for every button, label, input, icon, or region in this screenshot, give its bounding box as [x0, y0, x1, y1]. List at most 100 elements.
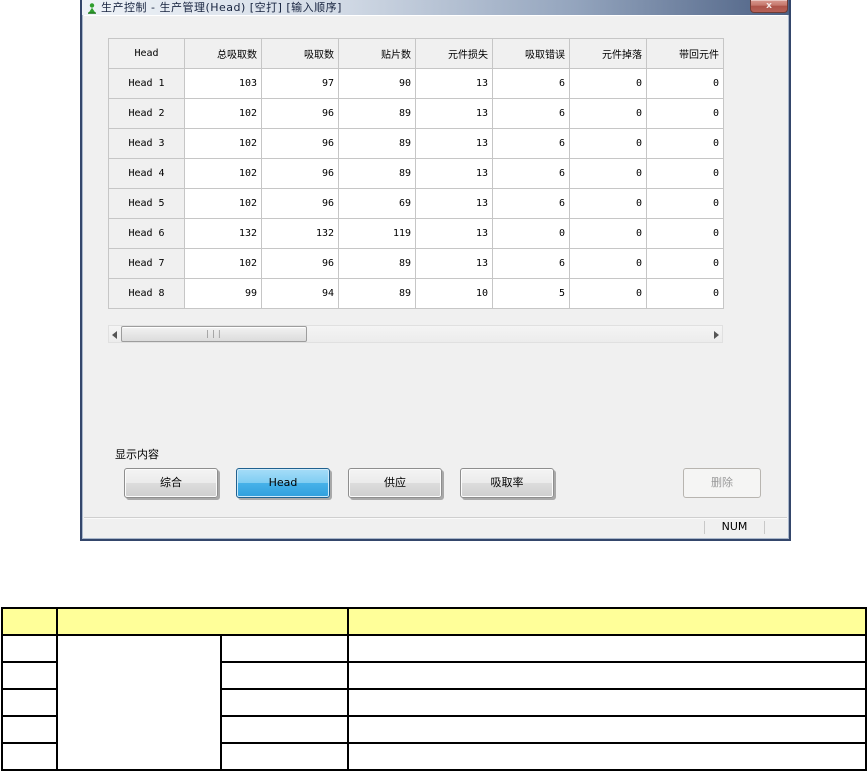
- doc-cell: [1, 715, 58, 744]
- grid-column-header[interactable]: 总吸取数: [184, 38, 262, 69]
- grid-cell[interactable]: 96: [261, 98, 339, 129]
- grid-column-header[interactable]: 吸取错误: [492, 38, 570, 69]
- grid-cell[interactable]: 89: [338, 158, 416, 189]
- grid-row-header[interactable]: Head 8: [108, 278, 185, 309]
- grid-cell[interactable]: 6: [492, 188, 570, 219]
- grid-row-header[interactable]: Head 4: [108, 158, 185, 189]
- grid-column-header[interactable]: 贴片数: [338, 38, 416, 69]
- grid-column-header[interactable]: Head: [108, 38, 185, 69]
- doc-cell: [219, 742, 349, 771]
- grid-cell[interactable]: 13: [415, 68, 493, 99]
- grid-cell[interactable]: 69: [338, 188, 416, 219]
- grid-cell[interactable]: 6: [492, 98, 570, 129]
- grid-column-header[interactable]: 元件损失: [415, 38, 493, 69]
- grid-cell[interactable]: 103: [184, 68, 262, 99]
- grid-row-header[interactable]: Head 1: [108, 68, 185, 99]
- head-button[interactable]: Head: [236, 468, 330, 498]
- grid-cell[interactable]: 0: [569, 158, 647, 189]
- composite-button[interactable]: 综合: [124, 468, 218, 498]
- grid-row-header[interactable]: Head 6: [108, 218, 185, 249]
- grid-cell[interactable]: 102: [184, 188, 262, 219]
- grid-cell[interactable]: 6: [492, 158, 570, 189]
- grid-cell[interactable]: 89: [338, 128, 416, 159]
- doc-cell: [219, 661, 349, 690]
- grid-row: Head 1 103 97 90 13 6 0 0: [108, 68, 724, 99]
- grid-cell[interactable]: 10: [415, 278, 493, 309]
- grid-cell[interactable]: 132: [184, 218, 262, 249]
- grid-cell[interactable]: 89: [338, 248, 416, 279]
- grid-row: Head 8 99 94 89 10 5 0 0: [108, 278, 724, 309]
- grid-cell[interactable]: 6: [492, 248, 570, 279]
- grid-cell[interactable]: 94: [261, 278, 339, 309]
- grid-cell[interactable]: 6: [492, 68, 570, 99]
- close-button[interactable]: x: [750, 0, 788, 13]
- scroll-left-arrow-icon[interactable]: [109, 326, 121, 342]
- grid-cell[interactable]: 0: [646, 68, 724, 99]
- grid-row-header[interactable]: Head 7: [108, 248, 185, 279]
- grid-cell[interactable]: 13: [415, 218, 493, 249]
- scroll-right-arrow-icon[interactable]: [710, 326, 722, 342]
- grid-cell[interactable]: 102: [184, 158, 262, 189]
- doc-cell: [1, 661, 58, 690]
- doc-cell: [346, 715, 867, 744]
- grid-cell[interactable]: 102: [184, 248, 262, 279]
- doc-header-cell: [55, 607, 349, 636]
- delete-button[interactable]: 删除: [683, 468, 761, 498]
- grid-cell[interactable]: 13: [415, 158, 493, 189]
- pickup-rate-button[interactable]: 吸取率: [460, 468, 554, 498]
- grid-row-header[interactable]: Head 2: [108, 98, 185, 129]
- horizontal-scrollbar[interactable]: |||: [108, 325, 723, 343]
- grid-cell[interactable]: 0: [569, 188, 647, 219]
- grid-cell[interactable]: 102: [184, 128, 262, 159]
- grid-cell[interactable]: 0: [569, 218, 647, 249]
- grid-cell[interactable]: 0: [646, 188, 724, 219]
- num-lock-indicator: NUM: [721, 520, 748, 533]
- grid-cell[interactable]: 96: [261, 128, 339, 159]
- grid-cell[interactable]: 13: [415, 98, 493, 129]
- grid-cell[interactable]: 5: [492, 278, 570, 309]
- doc-cell: [346, 634, 867, 663]
- grid-cell[interactable]: 13: [415, 248, 493, 279]
- grid-cell[interactable]: 99: [184, 278, 262, 309]
- grid-cell[interactable]: 0: [646, 158, 724, 189]
- doc-header-cell: [1, 607, 58, 636]
- grid-cell[interactable]: 89: [338, 98, 416, 129]
- grid-cell[interactable]: 96: [261, 248, 339, 279]
- grid-cell[interactable]: 96: [261, 158, 339, 189]
- grid-cell[interactable]: 0: [646, 128, 724, 159]
- grid-cell[interactable]: 119: [338, 218, 416, 249]
- doc-cell: [346, 688, 867, 717]
- display-content-label: 显示内容: [115, 448, 159, 461]
- supply-button[interactable]: 供应: [348, 468, 442, 498]
- grid-cell[interactable]: 6: [492, 128, 570, 159]
- grid-cell[interactable]: 132: [261, 218, 339, 249]
- grid-cell[interactable]: 90: [338, 68, 416, 99]
- grid-cell[interactable]: 0: [569, 128, 647, 159]
- grid-cell[interactable]: 0: [646, 248, 724, 279]
- scrollbar-thumb[interactable]: |||: [121, 326, 307, 342]
- grid-column-header[interactable]: 带回元件: [646, 38, 724, 69]
- grid-cell[interactable]: 0: [492, 218, 570, 249]
- grid-cell[interactable]: 0: [646, 98, 724, 129]
- grid-cell[interactable]: 0: [569, 68, 647, 99]
- production-control-window: 生产控制 - 生产管理(Head) [空打] [输入顺序] x Head 总吸取数…: [80, 0, 791, 541]
- grid-row-header[interactable]: Head 5: [108, 188, 185, 219]
- titlebar[interactable]: 生产控制 - 生产管理(Head) [空打] [输入顺序] x: [82, 0, 789, 15]
- grid-column-header[interactable]: 元件掉落: [569, 38, 647, 69]
- doc-cell: [219, 688, 349, 717]
- grid-cell[interactable]: 0: [646, 278, 724, 309]
- grid-cell[interactable]: 0: [569, 248, 647, 279]
- grid-row-header[interactable]: Head 3: [108, 128, 185, 159]
- grid-cell[interactable]: 97: [261, 68, 339, 99]
- grid-cell[interactable]: 89: [338, 278, 416, 309]
- doc-cell: [219, 634, 349, 663]
- grid-cell[interactable]: 0: [569, 98, 647, 129]
- grid-column-header[interactable]: 吸取数: [261, 38, 339, 69]
- grid-cell[interactable]: 96: [261, 188, 339, 219]
- grid-header-row: Head 总吸取数 吸取数 贴片数 元件损失 吸取错误 元件掉落 带回元件: [108, 38, 724, 69]
- grid-cell[interactable]: 13: [415, 188, 493, 219]
- grid-cell[interactable]: 0: [646, 218, 724, 249]
- grid-cell[interactable]: 102: [184, 98, 262, 129]
- grid-cell[interactable]: 0: [569, 278, 647, 309]
- grid-cell[interactable]: 13: [415, 128, 493, 159]
